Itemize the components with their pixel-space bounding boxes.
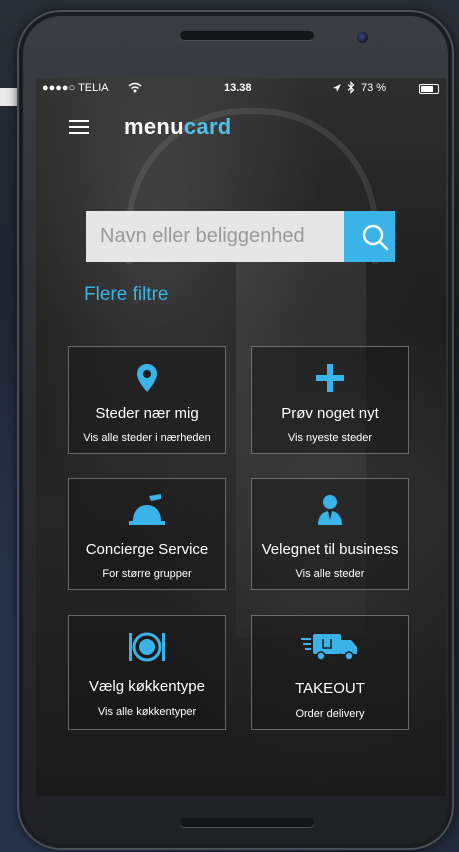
hamburger-menu-icon[interactable] [69, 120, 89, 135]
camera-icon [357, 32, 368, 43]
tile-title: Vælg køkkentype [89, 678, 205, 695]
tile-concierge-service[interactable]: Concierge Service For større grupper [68, 478, 226, 590]
tile-title: Prøv noget nyt [281, 405, 379, 422]
search-input[interactable] [86, 211, 344, 262]
tile-subtitle: Order delivery [295, 708, 365, 720]
carrier-label: ●●●●○ TELIA [42, 82, 109, 94]
battery-icon [419, 84, 439, 94]
tile-takeout[interactable]: TAKEOUT Order delivery [251, 615, 409, 730]
battery-percent: 73 % [361, 82, 387, 94]
businessman-icon [252, 493, 408, 527]
tile-subtitle: Vis alle steder [295, 568, 365, 580]
tile-title: Concierge Service [85, 541, 209, 558]
map-pin-icon [69, 361, 225, 395]
app-screen: ●●●●○ TELIA 13.38 73 % menucard Fl [36, 78, 446, 796]
tile-title: Velegnet til business [261, 541, 399, 558]
tile-subtitle: Vis alle steder i nærheden [83, 432, 211, 444]
logo-accent: card [183, 114, 232, 139]
top-nav: menucard [36, 106, 446, 146]
search-button[interactable] [344, 211, 395, 262]
logo-main: menu [124, 114, 184, 139]
top-speaker [180, 31, 314, 40]
search-bar [86, 211, 395, 262]
tile-title: Steder nær mig [95, 405, 199, 422]
app-logo[interactable]: menucard [124, 114, 232, 140]
more-filters-link[interactable]: Flere filtre [84, 284, 168, 306]
bottom-speaker [180, 818, 314, 827]
tile-business[interactable]: Velegnet til business Vis alle steder [251, 478, 409, 590]
tile-subtitle: Vis alle køkkentyper [97, 706, 197, 718]
tile-places-near-me[interactable]: Steder nær mig Vis alle steder i nærhede… [68, 346, 226, 454]
service-bell-icon [69, 493, 225, 527]
tile-try-something-new[interactable]: Prøv noget nyt Vis nyeste steder [251, 346, 409, 454]
location-arrow-icon [333, 84, 341, 92]
tile-subtitle: Vis nyeste steder [287, 432, 373, 444]
plate-cutlery-icon [69, 630, 225, 664]
tile-cuisine-type[interactable]: Vælg køkkentype Vis alle køkkentyper [68, 615, 226, 730]
search-icon [362, 224, 389, 251]
wifi-icon [128, 82, 142, 93]
plus-icon [252, 361, 408, 395]
delivery-truck-icon [252, 630, 408, 664]
bluetooth-icon [347, 81, 355, 94]
tile-subtitle: For større grupper [102, 568, 192, 580]
clock: 13.38 [224, 82, 252, 94]
status-bar: ●●●●○ TELIA 13.38 73 % [36, 78, 446, 100]
tile-title: TAKEOUT [295, 680, 365, 697]
